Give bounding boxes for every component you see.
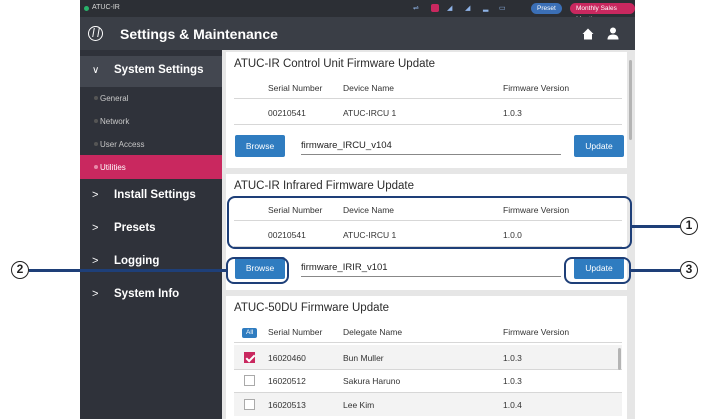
status-app-name: ATUC-IR <box>92 4 120 11</box>
update-button[interactable]: Update <box>574 135 624 157</box>
sidebar-subitem-general[interactable]: General <box>80 86 222 110</box>
column-header-device: Device Name <box>343 83 395 93</box>
sidebar-subitem-label: General <box>100 94 129 103</box>
usb-icon: ⇌ <box>413 5 419 12</box>
firmware-version: 1.0.3 <box>503 108 522 118</box>
page-title: Settings & Maintenance <box>120 26 278 42</box>
callout-number: 1 <box>680 217 698 235</box>
chevron-right-icon: > <box>92 189 99 201</box>
title-bar: Settings & Maintenance <box>80 17 635 50</box>
preset-badge: Preset <box>531 3 562 14</box>
sidebar-subitem-user-access[interactable]: User Access <box>80 132 222 156</box>
home-icon[interactable] <box>582 28 594 40</box>
column-header-version: Firmware Version <box>503 327 570 337</box>
chevron-down-icon: ∨ <box>92 65 100 76</box>
sidebar: ∨ System Settings General Network User A… <box>80 50 222 419</box>
serial-number: 16020460 <box>268 353 306 363</box>
row-checkbox[interactable] <box>244 399 255 410</box>
file-name-field[interactable]: firmware_IRCU_v104 <box>301 139 561 155</box>
sidebar-item-label: Logging <box>114 255 160 267</box>
bullet-icon <box>94 142 98 146</box>
chevron-right-icon: > <box>92 222 99 234</box>
delegate-name: Bun Muller <box>343 353 384 363</box>
serial-number: 16020513 <box>268 400 306 410</box>
du-firmware-panel: ATUC-50DU Firmware Update All Serial Num… <box>226 296 627 419</box>
status-bar: ATUC-IR ⇌ ◢ ◢ ▂ ▭ Preset Monthly Sales M… <box>80 0 635 23</box>
sidebar-subitem-label: User Access <box>100 140 145 149</box>
serial-number: 16020512 <box>268 376 306 386</box>
speaker-status-icon: ◢ <box>465 5 471 12</box>
row-checkbox[interactable] <box>244 352 255 363</box>
sidebar-item-system-settings[interactable]: ∨ System Settings <box>80 56 222 87</box>
column-header-serial: Serial Number <box>268 83 323 93</box>
control-unit-panel: ATUC-IR Control Unit Firmware Update Ser… <box>226 52 627 168</box>
sidebar-item-install-settings[interactable]: > Install Settings <box>80 182 222 210</box>
callout-leader <box>632 225 680 228</box>
callout-number: 2 <box>11 261 29 279</box>
display-status-icon: ▭ <box>499 5 506 12</box>
connection-status-icon <box>84 6 89 11</box>
bullet-icon <box>94 165 98 169</box>
sidebar-item-label: System Info <box>114 288 180 300</box>
table-divider <box>234 369 622 370</box>
section-title: ATUC-50DU Firmware Update <box>234 302 390 314</box>
user-icon[interactable] <box>607 27 619 40</box>
firmware-version: 1.0.3 <box>503 353 522 363</box>
sidebar-item-label: Presets <box>114 222 156 234</box>
device-name: ATUC-IRCU 1 <box>343 108 397 118</box>
section-title: ATUC-IR Control Unit Firmware Update <box>234 58 436 70</box>
row-checkbox[interactable] <box>244 375 255 386</box>
callout-box-update <box>564 257 631 284</box>
table-divider <box>234 98 622 99</box>
sidebar-item-presets[interactable]: > Presets <box>80 215 222 243</box>
chevron-right-icon: > <box>92 288 99 300</box>
table-divider <box>234 392 622 393</box>
logo-icon <box>88 26 103 41</box>
record-icon <box>431 4 439 12</box>
callout-leader <box>29 269 226 272</box>
file-name-field[interactable]: firmware_IRIR_v101 <box>301 261 561 277</box>
callout-leader <box>631 269 680 272</box>
sidebar-item-system-info[interactable]: > System Info <box>80 281 222 309</box>
select-all-button[interactable]: All <box>242 328 258 338</box>
table-scrollbar[interactable] <box>618 348 621 370</box>
chevron-right-icon: > <box>92 255 99 267</box>
bullet-icon <box>94 119 98 123</box>
column-header-serial: Serial Number <box>268 327 323 337</box>
microphone-status-icon: ◢ <box>447 5 453 12</box>
sidebar-item-label: Install Settings <box>114 189 196 201</box>
bullet-icon <box>94 96 98 100</box>
section-title: ATUC-IR Infrared Firmware Update <box>234 180 414 192</box>
delegate-name: Sakura Haruno <box>343 376 401 386</box>
browse-button[interactable]: Browse <box>235 135 285 157</box>
callout-number: 3 <box>680 261 698 279</box>
sidebar-subitem-label: Network <box>100 117 130 126</box>
column-header-delegate: Delegate Name <box>343 327 403 337</box>
table-divider <box>234 342 622 343</box>
mute-status-icon: ▂ <box>483 5 489 12</box>
firmware-version: 1.0.3 <box>503 376 522 386</box>
main-scrollbar[interactable] <box>629 60 632 140</box>
callout-box-browse <box>226 257 289 284</box>
firmware-version: 1.0.4 <box>503 400 522 410</box>
sidebar-subitem-utilities[interactable]: Utilities <box>80 155 222 179</box>
delegate-name: Lee Kim <box>343 400 375 410</box>
serial-number: 00210541 <box>268 108 306 118</box>
sidebar-subitem-network[interactable]: Network <box>80 109 222 133</box>
callout-box-device-table <box>227 196 632 249</box>
sidebar-subitem-label: Utilities <box>100 163 126 172</box>
column-header-version: Firmware Version <box>503 83 570 93</box>
sidebar-item-logging[interactable]: > Logging <box>80 248 222 276</box>
sidebar-item-label: System Settings <box>114 64 204 76</box>
meeting-selector[interactable]: Monthly Sales Meeting ▾ <box>570 3 635 23</box>
table-divider <box>234 124 622 125</box>
